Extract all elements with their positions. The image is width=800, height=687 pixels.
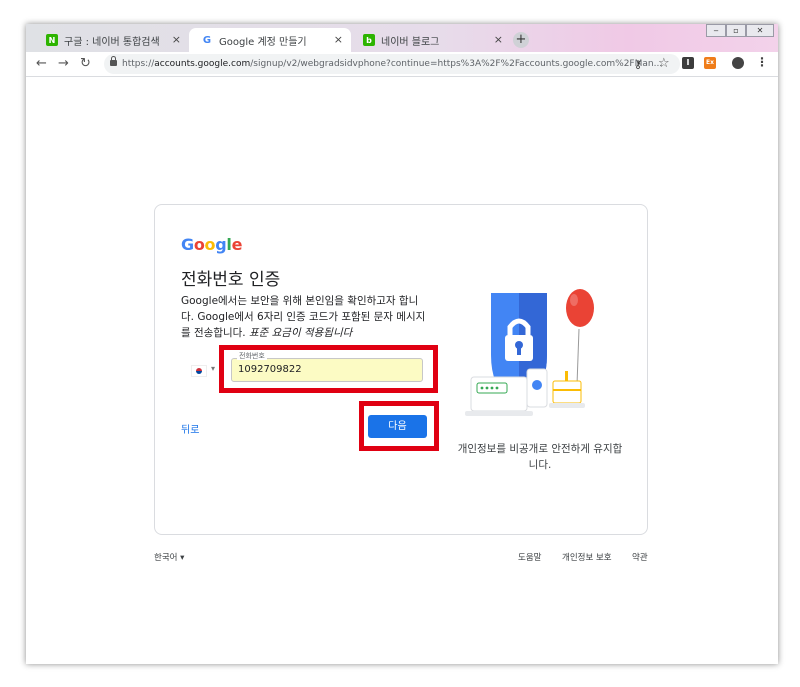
illustration-caption: 개인정보를 비공개로 안전하게 유지합니다. [457, 443, 623, 471]
maximize-button[interactable]: ▫ [726, 24, 746, 37]
balloon-icon [566, 289, 594, 327]
page-title: 전화번호 인증 [181, 270, 281, 290]
security-illustration [465, 289, 594, 416]
key-icon[interactable]: ⚷ [634, 58, 642, 71]
google-logo: Google [181, 235, 243, 254]
chevron-down-icon[interactable]: ▾ [211, 364, 215, 373]
tab-label: 구글 : 네이버 통합검색 [64, 36, 160, 48]
close-icon[interactable]: × [494, 33, 503, 46]
url-text: https://accounts.google.com/signup/v2/we… [122, 59, 663, 69]
tab-label: Google 계정 만들기 [219, 36, 307, 48]
close-icon[interactable]: × [172, 33, 181, 46]
menu-icon[interactable]: ⋮ [756, 55, 768, 69]
reload-icon[interactable]: ↻ [80, 55, 91, 73]
tab-strip: N 구글 : 네이버 통합검색 × G Google 계정 만들기 × b 네이… [26, 24, 778, 52]
privacy-link[interactable]: 개인정보 보호 [562, 551, 612, 563]
back-arrow-icon[interactable]: ← [36, 55, 47, 73]
bookmark-star-icon[interactable]: ☆ [658, 56, 670, 71]
terms-link[interactable]: 약관 [632, 551, 648, 563]
help-link[interactable]: 도움말 [518, 551, 541, 563]
korea-flag-icon[interactable] [191, 365, 207, 377]
naver-blog-icon: b [363, 34, 375, 46]
extension-icon[interactable]: Ex [704, 57, 716, 69]
google-icon: G [202, 34, 212, 46]
signup-card: Google 전화번호 인증 Google에서는 보안을 위해 본인임을 확인하… [154, 204, 648, 535]
tab-label: 네이버 블로그 [381, 36, 440, 48]
close-window-button[interactable]: ✕ [746, 24, 774, 37]
browser-window: N 구글 : 네이버 통합검색 × G Google 계정 만들기 × b 네이… [26, 24, 778, 664]
forward-arrow-icon[interactable]: → [58, 55, 69, 73]
highlight-box [219, 345, 438, 393]
cake-icon [552, 380, 582, 404]
close-icon[interactable]: × [334, 33, 343, 46]
address-bar[interactable]: https://accounts.google.com/signup/v2/we… [104, 54, 680, 74]
language-selector[interactable]: 한국어 ▾ [154, 551, 184, 563]
tab-google-signup[interactable]: G Google 계정 만들기 × [189, 28, 351, 52]
naver-icon: N [46, 34, 58, 46]
description: Google에서는 보안을 위해 본인임을 확인하고자 합니다. Google에… [181, 295, 426, 339]
back-link[interactable]: 뒤로 [181, 421, 199, 436]
lock-icon [110, 56, 117, 66]
browser-toolbar: ← → ↻ https://accounts.google.com/signup… [26, 52, 778, 77]
extension-icon[interactable]: I [682, 57, 694, 69]
minimize-button[interactable]: ‒ [706, 24, 726, 37]
caret-down-icon: ▾ [180, 553, 185, 563]
tab-naver-search[interactable]: N 구글 : 네이버 통합검색 × [34, 28, 189, 52]
profile-icon[interactable] [732, 57, 744, 69]
laptop-icon [470, 376, 528, 412]
next-button[interactable]: 다음 [368, 415, 427, 438]
tab-naver-blog[interactable]: b 네이버 블로그 × [351, 28, 511, 52]
new-tab-button[interactable]: + [513, 32, 529, 48]
